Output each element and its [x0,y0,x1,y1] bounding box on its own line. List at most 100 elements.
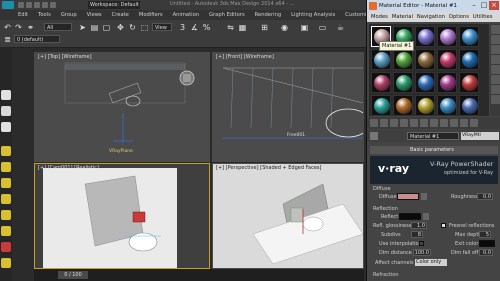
rotate-icon[interactable]: ↻ [128,23,137,32]
vray-tool-icon[interactable] [1,146,11,156]
vray-tool-icon[interactable] [1,162,11,172]
menu-lighting-analysis[interactable]: Lighting Analysis [291,12,335,18]
viewport-label-front[interactable]: [+] [Front] [Wireframe] [216,54,274,60]
get-material-icon[interactable] [370,119,378,127]
material-editor-icon[interactable]: ◉ [280,23,289,32]
dim-distance-field[interactable]: 100.0 [413,249,431,256]
material-id-icon[interactable] [430,119,438,127]
scale-icon[interactable]: ⬚ [140,23,149,32]
material-slot[interactable] [393,72,413,93]
viewport-tool-icon[interactable] [1,106,11,116]
material-slot[interactable] [371,95,391,116]
new-file-icon[interactable] [18,2,24,8]
material-slot[interactable] [371,72,391,93]
viewport-tool-icon[interactable] [1,90,11,100]
workspace-dropdown[interactable]: Workspace: Default [88,1,140,9]
exit-color-swatch[interactable] [479,240,495,247]
reference-coord-dropdown[interactable]: View [152,23,172,31]
time-slider[interactable]: 0 / 100 [58,271,88,279]
menu-edit[interactable]: Edit [18,12,28,18]
max-depth-field[interactable]: 5 [479,231,491,238]
assign-to-selection-icon[interactable] [390,119,398,127]
go-to-parent-icon[interactable] [460,119,468,127]
material-slot[interactable] [415,26,435,47]
vray-tool-icon[interactable] [1,242,11,252]
menu-options[interactable]: Options [449,14,469,20]
menu-rendering[interactable]: Rendering [255,12,282,18]
material-slot[interactable] [371,49,391,70]
menu-views[interactable]: Views [87,12,102,18]
put-to-scene-icon[interactable] [380,119,388,127]
subdivs-field[interactable]: 8 [411,231,423,238]
menu-graph-editors[interactable]: Graph Editors [209,12,245,18]
app-logo-icon[interactable] [2,1,14,9]
material-slot[interactable] [437,49,457,70]
roughness-field[interactable]: 0.0 [477,193,493,200]
make-preview-icon[interactable] [491,75,500,84]
material-slot[interactable] [459,26,479,47]
reset-map-icon[interactable] [400,119,408,127]
material-type-button[interactable]: VRayMtl [461,132,499,140]
fresnel-checkbox[interactable] [441,223,446,228]
move-icon[interactable]: ✥ [116,23,125,32]
select-by-material-icon[interactable] [491,95,500,104]
material-slot[interactable] [437,72,457,93]
sample-type-icon[interactable] [491,25,500,34]
render-icon[interactable]: ☕ [336,23,345,32]
make-unique-icon[interactable] [410,119,418,127]
close-icon[interactable]: × [489,1,499,10]
mirror-icon[interactable]: ⇋ [226,23,235,32]
timeline[interactable]: 0 / 100 [34,269,364,281]
sample-uv-tiling-icon[interactable] [491,55,500,64]
menu-group[interactable]: Group [61,12,77,18]
select-object-icon[interactable]: ➤ [78,23,87,32]
options-icon[interactable] [491,85,500,94]
link-icon[interactable]: ⚭ [26,23,35,32]
reflect-color-swatch[interactable] [399,213,421,220]
reflect-map-button[interactable] [423,213,429,220]
material-slot[interactable] [415,49,435,70]
selection-filter-dropdown[interactable]: All [44,23,72,31]
select-region-icon[interactable]: ▢ [102,23,111,32]
open-file-icon[interactable] [26,2,32,8]
viewport-label-top[interactable]: [+] [Top] [Wireframe] [38,54,92,60]
material-slot[interactable] [459,95,479,116]
schematic-view-icon[interactable]: ⊞ [260,23,269,32]
viewport-label-camera[interactable]: [+] [Cam001] [Realistic] [38,165,99,171]
vray-tool-icon[interactable] [1,194,11,204]
material-slot[interactable] [393,95,413,116]
snap-icon[interactable]: 3 [178,23,187,32]
material-slot[interactable] [415,72,435,93]
vray-tool-icon[interactable] [1,178,11,188]
viewport-tool-icon[interactable] [1,122,11,132]
menu-modifiers[interactable]: Modifiers [139,12,163,18]
show-end-result-icon[interactable] [450,119,458,127]
show-map-icon[interactable] [440,119,448,127]
material-slot[interactable] [459,72,479,93]
material-slot[interactable] [415,95,435,116]
pick-material-icon[interactable] [370,132,378,140]
vray-tool-icon[interactable] [1,210,11,220]
menu-material[interactable]: Material [392,14,413,20]
menu-navigation[interactable]: Navigation [417,14,445,20]
viewport-top[interactable]: [+] [Top] [Wireframe] VRayPlane [34,52,210,162]
viewport-camera[interactable]: [+] [Cam001] [Realistic] [34,163,210,269]
viewport-front[interactable]: [+] [Front] [Wireframe] Free001 [212,52,364,162]
redo-icon[interactable] [50,2,56,8]
backlight-icon[interactable] [491,35,500,44]
select-by-name-icon[interactable]: ▤ [90,23,99,32]
vray-tool-icon[interactable] [1,226,11,236]
vray-tool-icon[interactable] [1,258,11,268]
redo-toolbar-icon[interactable]: ↷ [14,23,23,32]
undo-icon[interactable] [42,2,48,8]
go-forward-sibling-icon[interactable] [470,119,478,127]
material-slot[interactable] [437,95,457,116]
material-slot[interactable] [393,49,413,70]
undo-toolbar-icon[interactable]: ↶ [3,23,12,32]
basic-parameters-rollout[interactable]: Basic parameters [370,146,498,154]
angle-snap-icon[interactable]: ∡ [190,23,199,32]
put-to-library-icon[interactable] [420,119,428,127]
refl-gloss-field[interactable]: 1.0 [411,222,427,229]
render-frame-icon[interactable]: ▭ [318,23,327,32]
menu-utilities[interactable]: Utilities [473,14,493,20]
